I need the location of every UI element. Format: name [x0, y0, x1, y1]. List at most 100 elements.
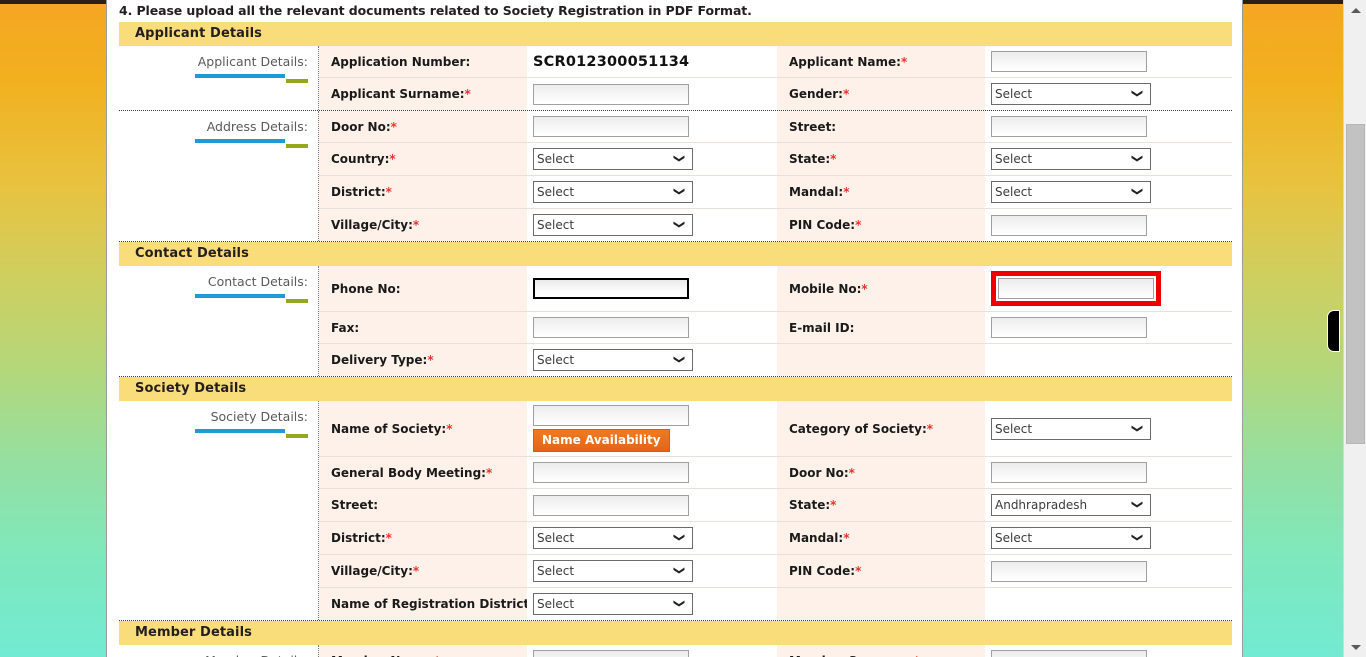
- mobile-no-input[interactable]: [998, 278, 1154, 299]
- scroll-down-arrow-icon[interactable]: [1344, 637, 1366, 657]
- field-value-village-city: Select ❯: [527, 209, 777, 241]
- field-label-mobile-no: Mobile No: *: [777, 266, 985, 311]
- field-label-door-no: Door No: *: [319, 111, 527, 142]
- form-row: Village/City: * Select ❯ PIN Code: *: [319, 209, 1232, 241]
- applicant-surname-input[interactable]: [533, 83, 689, 105]
- name-of-society-input[interactable]: [533, 405, 689, 426]
- field-label-fax: Fax:: [319, 312, 527, 343]
- name-availability-button[interactable]: Name Availability: [533, 429, 670, 452]
- street-input[interactable]: [533, 494, 689, 516]
- label-text: Name of Society:: [331, 421, 447, 436]
- section-member-details: Member Details Member Details: Member Name…: [119, 621, 1232, 657]
- label-text: Village/City:: [331, 218, 413, 232]
- group-applicant-details: Applicant Details: Application Number: SCR…: [119, 46, 1232, 111]
- required-asterisk: *: [855, 218, 862, 232]
- section-header-member-details: Member Details: [119, 621, 1232, 645]
- required-asterisk: *: [390, 119, 397, 134]
- state-select[interactable]: SelectAndhrapradesh: [991, 494, 1151, 516]
- category-of-society-select[interactable]: Select: [991, 417, 1151, 440]
- phone-no-input[interactable]: [533, 278, 689, 299]
- page-background: 4. Please upload all the relevant docume…: [0, 0, 1366, 657]
- label-text: Application Number:: [331, 54, 471, 69]
- field-label-general-body-meeting: General Body Meeting: *: [319, 457, 527, 488]
- field-value-name-of-registration-district: Select ❯: [527, 588, 777, 620]
- label-text: Country:: [331, 152, 390, 166]
- gender-select[interactable]: Select: [991, 83, 1151, 105]
- field-label-district: District: *: [319, 522, 527, 554]
- label-text: Member Surname:: [789, 654, 914, 657]
- page-scrollbar[interactable]: [1343, 0, 1366, 657]
- door-no-input[interactable]: [533, 116, 689, 137]
- required-asterisk: *: [412, 564, 420, 578]
- label-text: Gender:: [789, 87, 843, 101]
- required-asterisk: *: [412, 218, 420, 232]
- mandal-select[interactable]: Select: [991, 181, 1151, 203]
- general-body-meeting-input[interactable]: [533, 462, 689, 483]
- field-value-state: SelectAndhrapradesh❯: [985, 489, 1232, 521]
- field-value-gender: Select ❯: [985, 78, 1232, 110]
- field-label-door-no: Door No: *: [777, 457, 985, 488]
- form-row: Delivery Type: * Select ❯: [319, 344, 1232, 376]
- scrollbar-thumb[interactable]: [1346, 124, 1365, 444]
- delivery-type-select[interactable]: Select: [533, 349, 693, 371]
- form-row: District: * Select ❯ Mandal: * Select ❯: [319, 176, 1232, 209]
- form-row: District: * Select ❯ Mandal: * Select ❯: [319, 522, 1232, 555]
- field-value-category-of-society: Select ❯: [985, 401, 1232, 456]
- group-caption-text: Applicant Details:: [197, 54, 308, 69]
- field-label-mandal: Mandal: *: [777, 522, 985, 554]
- label-text: Phone No:: [331, 281, 401, 296]
- label-text: Applicant Surname:: [331, 87, 465, 101]
- state-select[interactable]: Select: [991, 148, 1151, 170]
- pin-code-input[interactable]: [991, 214, 1147, 236]
- fields-grid: Door No: * Street: Country: * Select ❯ State: * S…: [319, 111, 1232, 241]
- field-label-state: State: *: [777, 143, 985, 175]
- form-row: Phone No: Mobile No: *: [319, 266, 1232, 312]
- field-label-empty: [777, 588, 985, 620]
- district-select[interactable]: Select: [533, 181, 693, 203]
- section-contact-details: Contact Details Contact Details: Phone No:…: [119, 242, 1232, 377]
- section-society-details: Society Details Society Details: Name of S…: [119, 377, 1232, 621]
- district-select[interactable]: Select: [533, 527, 693, 549]
- field-label-mandal: Mandal: *: [777, 176, 985, 208]
- label-text: District:: [331, 531, 386, 545]
- name-of-registration-district-select[interactable]: Select: [533, 593, 693, 615]
- form-row: Street:State:*SelectAndhrapradesh❯: [319, 489, 1232, 522]
- label-text: Mobile No:: [789, 281, 862, 296]
- section-header-applicant-details: Applicant Details: [119, 22, 1232, 46]
- caption-underline-bars: [119, 294, 308, 303]
- field-value-door-no: [527, 111, 777, 142]
- field-value-fax: [527, 312, 777, 343]
- field-label-village-city: Village/City: *: [319, 555, 527, 587]
- field-value-member-name: [527, 645, 777, 657]
- form-row: Country: * Select ❯ State: * Select ❯: [319, 143, 1232, 176]
- required-asterisk: *: [855, 564, 862, 578]
- field-value-phone-no: [527, 266, 777, 311]
- label-text: Mandal:: [789, 531, 844, 545]
- field-label-street: Street:: [319, 489, 527, 521]
- field-value-empty: [985, 344, 1232, 376]
- required-asterisk: *: [385, 185, 392, 199]
- country-select[interactable]: Select: [533, 148, 693, 170]
- door-no-input[interactable]: [991, 462, 1147, 483]
- village-city-select[interactable]: Select: [533, 560, 693, 582]
- application-number-value: SCR012300051134: [533, 53, 690, 70]
- e-mail-id-input[interactable]: [991, 317, 1147, 338]
- field-value-district: Select ❯: [527, 176, 777, 208]
- mandal-select[interactable]: Select: [991, 527, 1151, 549]
- blue-accent-bar: [195, 294, 285, 298]
- green-accent-bar: [286, 144, 308, 148]
- field-value-member-surname: [985, 645, 1232, 657]
- edge-tab-handle[interactable]: [1327, 310, 1340, 352]
- applicant-name-input[interactable]: [991, 51, 1147, 72]
- member-surname-input[interactable]: [991, 650, 1147, 657]
- fields-grid: Name of Society: * Name Availability Catego…: [319, 401, 1232, 620]
- street-input[interactable]: [991, 116, 1147, 137]
- content-column: 4. Please upload all the relevant docume…: [106, 0, 1243, 657]
- fields-grid: Member Name:*Member Surname:*Gender:*Sel…: [319, 645, 1232, 657]
- village-city-select[interactable]: Select: [533, 214, 693, 236]
- member-name-input[interactable]: [533, 650, 689, 657]
- pin-code-input[interactable]: [991, 560, 1147, 582]
- scroll-up-arrow-icon[interactable]: [1344, 0, 1366, 20]
- field-value-pin-code: [985, 555, 1232, 587]
- fax-input[interactable]: [533, 317, 689, 338]
